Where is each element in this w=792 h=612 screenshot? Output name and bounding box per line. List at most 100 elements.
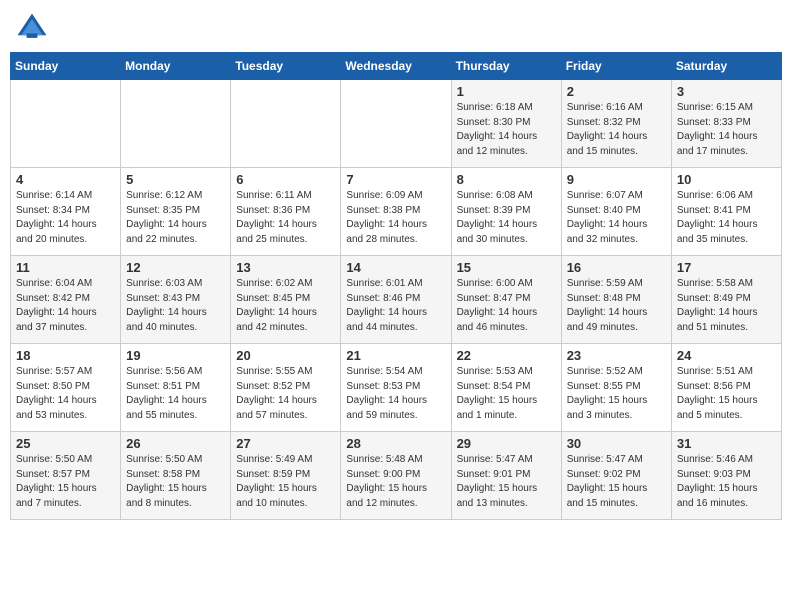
- day-number: 19: [126, 348, 225, 363]
- calendar-body: 1 Sunrise: 6:18 AM Sunset: 8:30 PM Daylig…: [11, 80, 782, 520]
- calendar-cell: 12 Sunrise: 6:03 AM Sunset: 8:43 PM Dayli…: [121, 256, 231, 344]
- page-header: [10, 10, 782, 46]
- day-number: 13: [236, 260, 335, 275]
- day-number: 4: [16, 172, 115, 187]
- calendar-cell: [121, 80, 231, 168]
- day-number: 26: [126, 436, 225, 451]
- calendar-cell: 21 Sunrise: 5:54 AM Sunset: 8:53 PM Dayli…: [341, 344, 451, 432]
- cell-content: Sunrise: 5:52 AM Sunset: 8:55 PM Dayligh…: [567, 365, 666, 423]
- calendar-cell: 4 Sunrise: 6:14 AM Sunset: 8:34 PM Daylig…: [11, 168, 121, 256]
- day-number: 6: [236, 172, 335, 187]
- calendar-cell: 20Sunrise: 5:55 AM Sunset: 8:52 PM Dayli…: [231, 344, 341, 432]
- day-number: 15: [457, 260, 556, 275]
- calendar-cell: [341, 80, 451, 168]
- day-number: 27: [236, 436, 335, 451]
- cell-content: Sunrise: 5:51 AM Sunset: 8:56 PM Dayligh…: [677, 365, 776, 423]
- day-number: 14: [346, 260, 445, 275]
- cell-content: Sunrise: 6:07 AM Sunset: 8:40 PM Dayligh…: [567, 189, 666, 247]
- weekday-header-row: SundayMondayTuesdayWednesdayThursdayFrid…: [11, 53, 782, 80]
- day-number: 3: [677, 84, 776, 99]
- day-number: 1: [457, 84, 556, 99]
- calendar-header: SundayMondayTuesdayWednesdayThursdayFrid…: [11, 53, 782, 80]
- day-number: 22: [457, 348, 556, 363]
- calendar-cell: 28 Sunrise: 5:48 AM Sunset: 9:00 PM Dayli…: [341, 432, 451, 520]
- weekday-header-tuesday: Tuesday: [231, 53, 341, 80]
- calendar-cell: 14Sunrise: 6:01 AM Sunset: 8:46 PM Dayli…: [341, 256, 451, 344]
- day-number: 17: [677, 260, 776, 275]
- day-number: 24: [677, 348, 776, 363]
- cell-content: Sunrise: 5:46 AM Sunset: 9:03 PM Dayligh…: [677, 453, 776, 511]
- calendar-cell: 6 Sunrise: 6:11 AM Sunset: 8:36 PM Daylig…: [231, 168, 341, 256]
- calendar-cell: 16 Sunrise: 5:59 AM Sunset: 8:48 PM Dayli…: [561, 256, 671, 344]
- calendar-cell: 19Sunrise: 5:56 AM Sunset: 8:51 PM Dayli…: [121, 344, 231, 432]
- calendar-cell: 31Sunrise: 5:46 AM Sunset: 9:03 PM Dayli…: [671, 432, 781, 520]
- calendar-cell: 3 Sunrise: 6:15 AM Sunset: 8:33 PM Daylig…: [671, 80, 781, 168]
- day-number: 11: [16, 260, 115, 275]
- cell-content: Sunrise: 6:02 AM Sunset: 8:45 PM Dayligh…: [236, 277, 335, 335]
- day-number: 18: [16, 348, 115, 363]
- calendar-cell: 15Sunrise: 6:00 AM Sunset: 8:47 PM Dayli…: [451, 256, 561, 344]
- calendar-cell: 23 Sunrise: 5:52 AM Sunset: 8:55 PM Dayli…: [561, 344, 671, 432]
- cell-content: Sunrise: 6:11 AM Sunset: 8:36 PM Dayligh…: [236, 189, 335, 247]
- calendar-cell: 18 Sunrise: 5:57 AM Sunset: 8:50 PM Dayli…: [11, 344, 121, 432]
- cell-content: Sunrise: 5:49 AM Sunset: 8:59 PM Dayligh…: [236, 453, 335, 511]
- calendar-week-2: 4 Sunrise: 6:14 AM Sunset: 8:34 PM Daylig…: [11, 168, 782, 256]
- cell-content: Sunrise: 5:50 AM Sunset: 8:57 PM Dayligh…: [16, 453, 115, 511]
- calendar-cell: 11 Sunrise: 6:04 AM Sunset: 8:42 PM Dayli…: [11, 256, 121, 344]
- day-number: 12: [126, 260, 225, 275]
- day-number: 28: [346, 436, 445, 451]
- cell-content: Sunrise: 6:15 AM Sunset: 8:33 PM Dayligh…: [677, 101, 776, 159]
- cell-content: Sunrise: 5:47 AM Sunset: 9:02 PM Dayligh…: [567, 453, 666, 511]
- cell-content: Sunrise: 5:58 AM Sunset: 8:49 PM Dayligh…: [677, 277, 776, 335]
- weekday-header-saturday: Saturday: [671, 53, 781, 80]
- calendar-cell: 30 Sunrise: 5:47 AM Sunset: 9:02 PM Dayli…: [561, 432, 671, 520]
- calendar-cell: 7Sunrise: 6:09 AM Sunset: 8:38 PM Daylig…: [341, 168, 451, 256]
- calendar-cell: [11, 80, 121, 168]
- day-number: 21: [346, 348, 445, 363]
- calendar-cell: 26 Sunrise: 5:50 AM Sunset: 8:58 PM Dayli…: [121, 432, 231, 520]
- calendar-cell: 24 Sunrise: 5:51 AM Sunset: 8:56 PM Dayli…: [671, 344, 781, 432]
- calendar-cell: 25Sunrise: 5:50 AM Sunset: 8:57 PM Dayli…: [11, 432, 121, 520]
- calendar-cell: 29Sunrise: 5:47 AM Sunset: 9:01 PM Dayli…: [451, 432, 561, 520]
- cell-content: Sunrise: 5:53 AM Sunset: 8:54 PM Dayligh…: [457, 365, 556, 423]
- weekday-header-monday: Monday: [121, 53, 231, 80]
- cell-content: Sunrise: 6:03 AM Sunset: 8:43 PM Dayligh…: [126, 277, 225, 335]
- day-number: 2: [567, 84, 666, 99]
- weekday-header-thursday: Thursday: [451, 53, 561, 80]
- calendar-week-4: 18 Sunrise: 5:57 AM Sunset: 8:50 PM Dayli…: [11, 344, 782, 432]
- cell-content: Sunrise: 5:57 AM Sunset: 8:50 PM Dayligh…: [16, 365, 115, 423]
- cell-content: Sunrise: 5:55 AM Sunset: 8:52 PM Dayligh…: [236, 365, 335, 423]
- day-number: 23: [567, 348, 666, 363]
- calendar-week-3: 11 Sunrise: 6:04 AM Sunset: 8:42 PM Dayli…: [11, 256, 782, 344]
- calendar-table: SundayMondayTuesdayWednesdayThursdayFrid…: [10, 52, 782, 520]
- calendar-cell: 22 Sunrise: 5:53 AM Sunset: 8:54 PM Dayli…: [451, 344, 561, 432]
- cell-content: Sunrise: 6:04 AM Sunset: 8:42 PM Dayligh…: [16, 277, 115, 335]
- calendar-cell: 8 Sunrise: 6:08 AM Sunset: 8:39 PM Daylig…: [451, 168, 561, 256]
- calendar-cell: [231, 80, 341, 168]
- day-number: 7: [346, 172, 445, 187]
- calendar-week-1: 1 Sunrise: 6:18 AM Sunset: 8:30 PM Daylig…: [11, 80, 782, 168]
- calendar-cell: 10Sunrise: 6:06 AM Sunset: 8:41 PM Dayli…: [671, 168, 781, 256]
- day-number: 16: [567, 260, 666, 275]
- day-number: 10: [677, 172, 776, 187]
- calendar-cell: 9Sunrise: 6:07 AM Sunset: 8:40 PM Daylig…: [561, 168, 671, 256]
- day-number: 30: [567, 436, 666, 451]
- cell-content: Sunrise: 6:16 AM Sunset: 8:32 PM Dayligh…: [567, 101, 666, 159]
- day-number: 29: [457, 436, 556, 451]
- day-number: 5: [126, 172, 225, 187]
- logo-icon: [14, 10, 50, 46]
- weekday-header-friday: Friday: [561, 53, 671, 80]
- calendar-week-5: 25Sunrise: 5:50 AM Sunset: 8:57 PM Dayli…: [11, 432, 782, 520]
- calendar-cell: 2 Sunrise: 6:16 AM Sunset: 8:32 PM Daylig…: [561, 80, 671, 168]
- cell-content: Sunrise: 6:14 AM Sunset: 8:34 PM Dayligh…: [16, 189, 115, 247]
- cell-content: Sunrise: 5:59 AM Sunset: 8:48 PM Dayligh…: [567, 277, 666, 335]
- day-number: 8: [457, 172, 556, 187]
- calendar-cell: 13 Sunrise: 6:02 AM Sunset: 8:45 PM Dayli…: [231, 256, 341, 344]
- cell-content: Sunrise: 5:48 AM Sunset: 9:00 PM Dayligh…: [346, 453, 445, 511]
- weekday-header-sunday: Sunday: [11, 53, 121, 80]
- cell-content: Sunrise: 6:08 AM Sunset: 8:39 PM Dayligh…: [457, 189, 556, 247]
- cell-content: Sunrise: 6:12 AM Sunset: 8:35 PM Dayligh…: [126, 189, 225, 247]
- cell-content: Sunrise: 6:18 AM Sunset: 8:30 PM Dayligh…: [457, 101, 556, 159]
- cell-content: Sunrise: 5:54 AM Sunset: 8:53 PM Dayligh…: [346, 365, 445, 423]
- cell-content: Sunrise: 5:50 AM Sunset: 8:58 PM Dayligh…: [126, 453, 225, 511]
